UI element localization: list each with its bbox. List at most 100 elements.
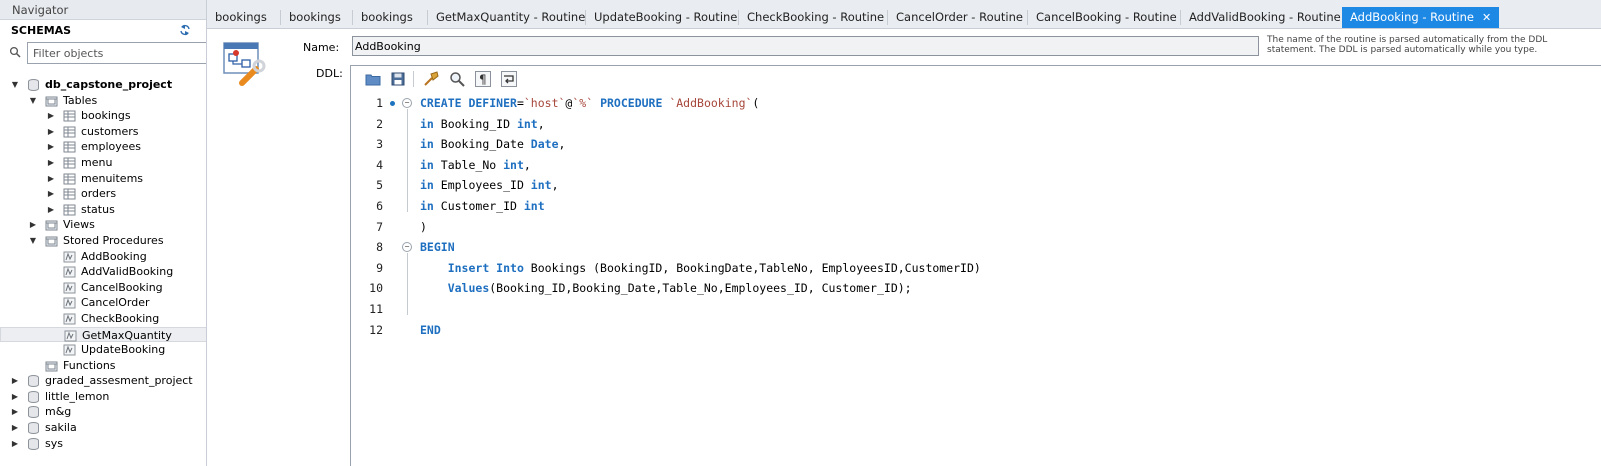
editor-tab[interactable]: GetMaxQuantity - Routine — [428, 7, 593, 28]
name-label: Name: — [303, 41, 340, 54]
code-token: `%` — [572, 96, 594, 110]
tree-node[interactable]: ▼ Tables — [0, 93, 206, 109]
tab-separator — [738, 10, 739, 25]
tree-node[interactable]: CancelBooking — [0, 280, 206, 296]
expand-arrow-icon[interactable]: ▶ — [46, 139, 56, 155]
close-tab-icon[interactable]: ✕ — [1482, 11, 1491, 24]
tree-node[interactable]: Functions — [0, 358, 206, 374]
code-line: 7) — [351, 217, 1601, 238]
fold-toggle-icon[interactable]: − — [402, 242, 412, 253]
expand-arrow-icon[interactable]: ▶ — [46, 186, 56, 202]
expand-arrow-icon[interactable]: ▶ — [28, 217, 38, 233]
tab-label: bookings — [289, 10, 341, 24]
expand-arrow-icon[interactable]: ▶ — [46, 202, 56, 218]
tree-node[interactable]: ▶ graded_assesment_project — [0, 373, 206, 389]
routine-name-input[interactable] — [352, 36, 1259, 56]
table-icon — [63, 188, 76, 200]
ddl-editor[interactable]: ¶ 1− CREATE DEFINER=`host`@`%` PROCEDURE … — [350, 65, 1601, 466]
open-folder-icon[interactable] — [364, 70, 382, 88]
editor-tab[interactable]: AddBooking - Routine ✕ — [1342, 7, 1500, 28]
code-text: in Employees_ID int, — [420, 175, 559, 196]
tree-node[interactable]: CancelOrder — [0, 295, 206, 311]
tree-node[interactable]: ▶ menu — [0, 155, 206, 171]
expand-arrow-icon[interactable]: ▶ — [10, 373, 20, 389]
tree-node[interactable]: AddValidBooking — [0, 264, 206, 280]
expand-arrow-icon[interactable]: ▶ — [10, 404, 20, 420]
tree-node[interactable]: ▶ Views — [0, 217, 206, 233]
tree-node[interactable]: ▼ db_capstone_project — [0, 77, 206, 93]
tree-node-label: graded_assesment_project — [45, 374, 193, 388]
editor-tab[interactable]: bookings — [207, 7, 275, 28]
tree-node[interactable]: ▶ m&g — [0, 404, 206, 420]
code-token: int — [530, 178, 552, 193]
expand-arrow-icon[interactable]: ▶ — [10, 420, 20, 436]
tree-node[interactable]: ▶ bookings — [0, 108, 206, 124]
table-icon — [63, 141, 76, 153]
line-number: 7 — [376, 219, 383, 234]
filter-box — [7, 42, 206, 64]
expand-arrow-icon[interactable]: ▶ — [10, 436, 20, 452]
tab-label: CancelOrder - Routine — [896, 10, 1023, 24]
database-icon — [27, 406, 40, 419]
tree-node[interactable]: ▶ little_lemon — [0, 389, 206, 405]
save-icon[interactable] — [389, 70, 407, 88]
collapse-arrow-icon[interactable]: ▼ — [28, 233, 38, 249]
word-wrap-icon[interactable] — [500, 70, 518, 88]
collapse-arrow-icon[interactable]: ▼ — [10, 77, 20, 93]
tree-node[interactable]: AddBooking — [0, 249, 206, 265]
routine-icon — [63, 344, 76, 356]
code-line: 8 − BEGIN — [351, 237, 1601, 258]
tree-node[interactable]: ▶ customers — [0, 124, 206, 140]
tree-node-label: Tables — [63, 93, 98, 107]
sql-code-area[interactable]: 1− CREATE DEFINER=`host`@`%` PROCEDURE `A… — [351, 93, 1601, 340]
expand-arrow-icon[interactable]: ▶ — [46, 108, 56, 124]
routine-icon — [63, 282, 76, 294]
tree-node[interactable]: ▶ menuitems — [0, 171, 206, 187]
editor-tab[interactable]: UpdateBooking - Routine — [586, 7, 745, 28]
tree-node[interactable]: GetMaxQuantity — [0, 326, 206, 343]
search-icon — [9, 46, 21, 58]
code-token: in — [420, 157, 434, 172]
tree-node[interactable]: ▶ sakila — [0, 420, 206, 436]
invisible-chars-icon[interactable]: ¶ — [474, 70, 492, 88]
editor-tab[interactable]: CancelBooking - Routine — [1028, 7, 1185, 28]
line-number: 12 — [369, 322, 383, 337]
fold-toggle-icon[interactable]: − — [402, 98, 412, 108]
line-number: 8 — [376, 240, 383, 255]
editor-tab[interactable]: CheckBooking - Routine — [739, 7, 892, 28]
expand-arrow-icon[interactable]: ▶ — [46, 124, 56, 140]
editor-tab[interactable]: bookings — [353, 7, 421, 28]
tree-node[interactable]: ▶ orders — [0, 186, 206, 202]
code-token: CREATE DEFINER — [420, 96, 517, 110]
code-token: int — [503, 157, 524, 172]
code-token: (Booking_ID,Booking_Date,Table_No,Employ… — [489, 281, 912, 296]
code-line: 6 in Customer_ID int — [351, 196, 1601, 217]
routine-icon — [64, 330, 77, 342]
database-icon — [27, 390, 40, 403]
expand-arrow-icon[interactable]: ▶ — [10, 389, 20, 405]
tree-node[interactable]: CheckBooking — [0, 311, 206, 327]
tree-node-label: UpdateBooking — [81, 343, 166, 357]
tree-node[interactable]: UpdateBooking — [0, 342, 206, 358]
tree-node[interactable]: ▶ employees — [0, 139, 206, 155]
collapse-arrow-icon[interactable]: ▼ — [28, 93, 38, 109]
tree-node-label: Views — [63, 218, 95, 232]
code-text: BEGIN — [420, 237, 455, 258]
filter-objects-input[interactable] — [27, 42, 206, 64]
code-token: , — [551, 178, 559, 193]
expand-arrow-icon[interactable]: ▶ — [46, 171, 56, 187]
tree-node[interactable]: ▶ sys — [0, 436, 206, 452]
expand-arrow-icon[interactable]: ▶ — [46, 155, 56, 171]
find-icon[interactable] — [448, 70, 466, 88]
tree-node[interactable]: ▶ status — [0, 202, 206, 218]
tree-node-label: bookings — [81, 109, 131, 123]
tree-node[interactable]: ▼ Stored Procedures — [0, 233, 206, 249]
editor-tab[interactable]: CancelOrder - Routine — [888, 7, 1031, 28]
editor-tab[interactable]: AddValidBooking - Routine — [1181, 7, 1349, 28]
code-line: 9 Insert Into Bookings (BookingID, Booki… — [351, 258, 1601, 279]
beautify-icon[interactable] — [422, 70, 440, 88]
code-text: CREATE DEFINER=`host`@`%` PROCEDURE `Add… — [420, 93, 759, 114]
folder-icon — [45, 235, 58, 247]
editor-tab[interactable]: bookings — [281, 7, 349, 28]
refresh-icon[interactable] — [178, 23, 192, 37]
